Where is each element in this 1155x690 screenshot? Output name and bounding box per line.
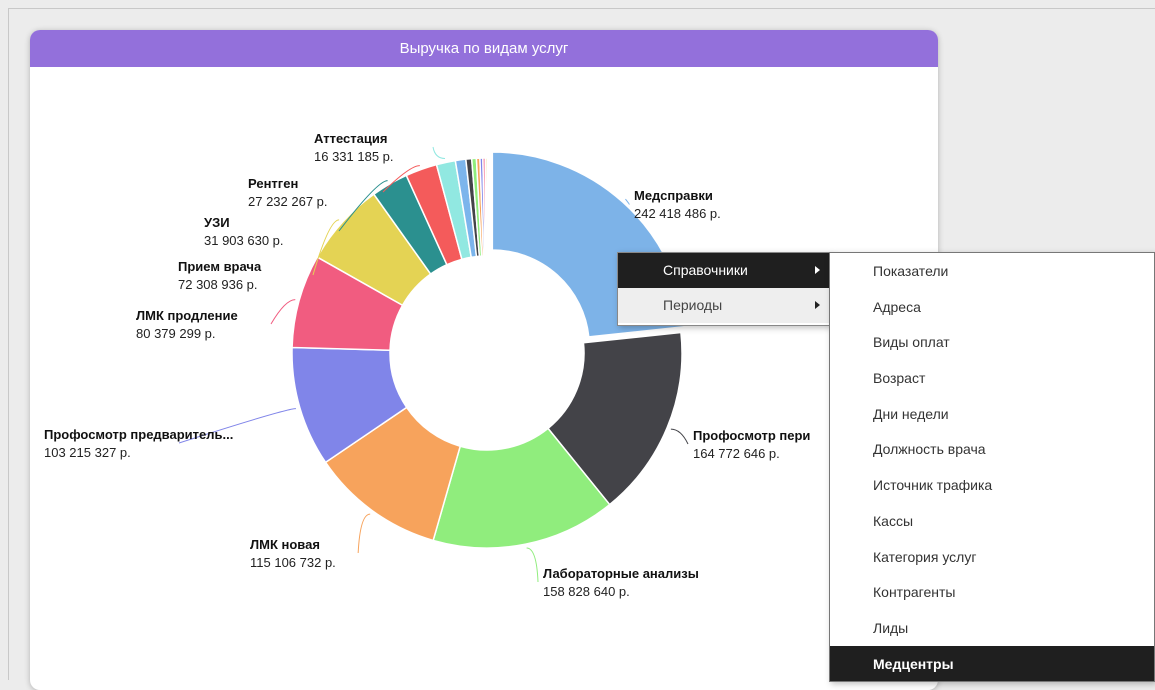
- slice-label-value: 164 772 646 р.: [693, 446, 780, 461]
- slice-label-value: 80 379 299 р.: [136, 326, 216, 341]
- label-connector: [432, 146, 446, 159]
- slice-label-name: Аттестация: [314, 131, 387, 146]
- chevron-right-icon: [815, 301, 820, 309]
- slice-label-value: 31 903 630 р.: [204, 233, 284, 248]
- submenu-item[interactable]: Должность врача: [830, 431, 1154, 467]
- slice-label-value: 242 418 486 р.: [634, 206, 721, 221]
- slice-label-name: Профосмотр пери: [693, 428, 810, 443]
- slice-label-value: 158 828 640 р.: [543, 584, 630, 599]
- slice-label-name: Лабораторные анализы: [543, 566, 699, 581]
- context-item-periods[interactable]: Периоды: [618, 288, 830, 323]
- submenu-item[interactable]: Показатели: [830, 253, 1154, 289]
- chevron-right-icon: [815, 266, 820, 274]
- context-item-label: Периоды: [663, 297, 723, 313]
- submenu-item[interactable]: Медцентры: [830, 645, 1154, 682]
- slice-label-name: УЗИ: [204, 215, 230, 230]
- context-item-references[interactable]: Справочники: [618, 253, 830, 288]
- label-connector: [357, 513, 371, 554]
- slice-label-name: Профосмотр предваритель...: [44, 427, 233, 442]
- context-item-label: Справочники: [663, 262, 748, 278]
- submenu-item[interactable]: Кассы: [830, 503, 1154, 539]
- slice-label-value: 103 215 327 р.: [44, 445, 131, 460]
- slice-label-name: Прием врача: [178, 259, 262, 274]
- donut-slice[interactable]: [484, 157, 488, 257]
- slice-label-name: ЛМК новая: [250, 537, 320, 552]
- label-connector: [270, 299, 296, 325]
- submenu-item[interactable]: Возраст: [830, 360, 1154, 396]
- slice-label-name: ЛМК продление: [136, 308, 238, 323]
- submenu-item[interactable]: Контрагенты: [830, 574, 1154, 610]
- references-submenu: Показатели Адреса Виды оплат Возраст Дни нед…: [829, 252, 1155, 682]
- context-menu: Справочники Периоды: [617, 252, 831, 326]
- label-connector: [526, 547, 539, 583]
- slice-label-value: 72 308 936 р.: [178, 277, 258, 292]
- submenu-item[interactable]: Дни недели: [830, 396, 1154, 432]
- slice-label-value: 16 331 185 р.: [314, 149, 394, 164]
- submenu-item[interactable]: Источник трафика: [830, 467, 1154, 503]
- slice-label-name: Медсправки: [634, 188, 713, 203]
- submenu-item[interactable]: Адреса: [830, 289, 1154, 325]
- label-connector: [670, 428, 689, 445]
- submenu-item[interactable]: Виды оплат: [830, 324, 1154, 360]
- slice-label-name: Рентген: [248, 176, 298, 191]
- label-connector: [625, 198, 630, 205]
- slice-label-value: 115 106 732 р.: [250, 555, 336, 570]
- submenu-item[interactable]: Категория услуг: [830, 539, 1154, 575]
- slice-label-value: 27 232 267 р.: [248, 194, 328, 209]
- submenu-item[interactable]: Лиды: [830, 610, 1154, 646]
